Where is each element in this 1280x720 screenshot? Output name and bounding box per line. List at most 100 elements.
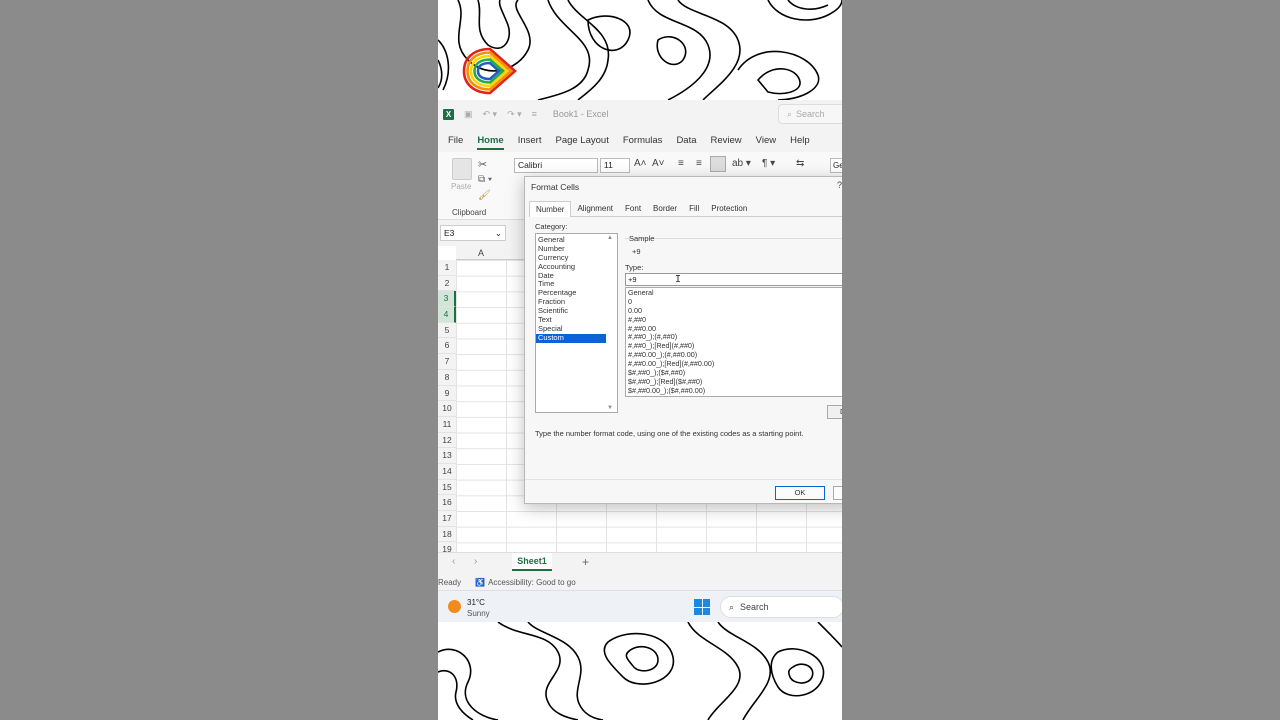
row-header[interactable]: 3 bbox=[438, 291, 456, 308]
ok-button[interactable]: OK bbox=[775, 486, 825, 500]
tab-home[interactable]: Home bbox=[477, 135, 505, 150]
wrap-text-icon[interactable]: ⇆ bbox=[796, 158, 804, 169]
tab-file[interactable]: File bbox=[448, 135, 463, 146]
weather-temperature[interactable]: 31°C bbox=[467, 598, 485, 607]
row-header[interactable]: 6 bbox=[438, 338, 456, 355]
row-header[interactable]: 18 bbox=[438, 526, 456, 543]
align-top-icon[interactable]: ≡ bbox=[678, 158, 684, 169]
right-gray-background bbox=[842, 0, 1280, 720]
help-icon[interactable]: ? bbox=[837, 180, 842, 190]
sheet-bar: ‹ › Sheet1 + bbox=[438, 552, 842, 572]
tab-font[interactable]: Font bbox=[619, 201, 647, 217]
tab-insert[interactable]: Insert bbox=[518, 135, 542, 146]
row-header[interactable]: 14 bbox=[438, 463, 456, 480]
accessibility-icon[interactable]: ♿ bbox=[475, 578, 485, 587]
format-code-item[interactable]: #,##0 bbox=[626, 315, 842, 325]
align-middle-icon[interactable]: ≡ bbox=[696, 158, 702, 169]
align-bottom-icon[interactable] bbox=[710, 156, 726, 172]
rainbow-logo-icon bbox=[462, 47, 517, 95]
tab-help[interactable]: Help bbox=[790, 135, 810, 146]
next-sheet-icon[interactable]: › bbox=[474, 556, 477, 567]
format-code-item[interactable]: 0 bbox=[626, 297, 842, 307]
text-direction-icon[interactable]: ¶ ▾ bbox=[762, 158, 775, 169]
format-code-list[interactable]: General 0 0.00 #,##0 #,##0.00 #,##0_);(#… bbox=[625, 287, 842, 397]
row-header[interactable]: 11 bbox=[438, 416, 456, 433]
row-header[interactable]: 9 bbox=[438, 385, 456, 402]
windows-taskbar: 31°C Sunny ⌕ Search bbox=[438, 590, 842, 622]
search-label: Search bbox=[796, 109, 825, 119]
scroll-up-icon[interactable]: ▲ bbox=[607, 235, 613, 241]
sample-label: Sample bbox=[629, 234, 655, 243]
font-name-select[interactable]: Calibri bbox=[514, 158, 598, 173]
row-header[interactable]: 1 bbox=[438, 260, 456, 276]
cancel-button[interactable] bbox=[833, 486, 842, 500]
redo-icon[interactable]: ↷ ▾ bbox=[507, 109, 522, 120]
row-header[interactable]: 15 bbox=[438, 479, 456, 496]
scroll-down-icon[interactable]: ▼ bbox=[607, 405, 613, 411]
topographic-pattern-bottom bbox=[438, 622, 842, 720]
format-code-item[interactable]: General bbox=[626, 288, 842, 298]
format-code-item[interactable]: $#,##0.00_);($#,##0.00) bbox=[626, 386, 842, 396]
font-size-select[interactable]: 11 bbox=[600, 158, 630, 173]
save-icon[interactable]: ▣ bbox=[464, 109, 473, 120]
excel-window: X ▣ ↶ ▾ ↷ ▾ ≡ Book1 - Excel ⌕ Search Fil… bbox=[438, 100, 842, 622]
sheet-tab-sheet1[interactable]: Sheet1 bbox=[512, 553, 552, 571]
row-header[interactable]: 7 bbox=[438, 354, 456, 370]
tab-page-layout[interactable]: Page Layout bbox=[555, 135, 608, 146]
format-code-item[interactable]: 0.00 bbox=[626, 306, 842, 316]
row-header[interactable]: 12 bbox=[438, 432, 456, 449]
taskbar-search[interactable]: ⌕ Search bbox=[720, 596, 842, 618]
column-header-a[interactable]: A bbox=[456, 246, 506, 260]
category-list[interactable]: General Number Currency Accounting Date … bbox=[535, 233, 618, 413]
paste-label[interactable]: Paste bbox=[451, 182, 471, 191]
orientation-icon[interactable]: ab ▾ bbox=[732, 158, 751, 169]
chevron-down-icon[interactable]: ⌄ bbox=[495, 226, 502, 240]
dialog-title: Format Cells bbox=[531, 182, 580, 192]
number-format-select[interactable]: Ge bbox=[830, 158, 842, 173]
type-input[interactable]: +9 bbox=[625, 273, 842, 286]
windows-start-icon[interactable] bbox=[694, 599, 710, 615]
customize-toolbar-icon[interactable]: ≡ bbox=[532, 109, 537, 119]
row-header[interactable]: 17 bbox=[438, 511, 456, 527]
accessibility-status[interactable]: Accessibility: Good to go bbox=[488, 578, 576, 587]
previous-sheet-icon[interactable]: ‹ bbox=[452, 556, 455, 567]
tab-formulas[interactable]: Formulas bbox=[623, 135, 663, 146]
clipboard-label: Clipboard bbox=[452, 208, 487, 217]
row-header[interactable]: 16 bbox=[438, 495, 456, 511]
format-cells-dialog: Format Cells ? Number Alignment Font Bor… bbox=[524, 176, 842, 504]
tab-fill[interactable]: Fill bbox=[683, 201, 705, 217]
delete-button[interactable]: D bbox=[827, 405, 842, 419]
row-header[interactable]: 5 bbox=[438, 322, 456, 339]
decrease-font-icon[interactable]: A˅ bbox=[652, 158, 665, 169]
tab-data[interactable]: Data bbox=[676, 135, 696, 146]
status-ready: Ready bbox=[438, 577, 462, 587]
category-scrollbar[interactable]: ▲ ▼ bbox=[606, 235, 616, 411]
undo-icon[interactable]: ↶ ▾ bbox=[483, 109, 498, 120]
title-bar: X ▣ ↶ ▾ ↷ ▾ ≡ Book1 - Excel ⌕ Search bbox=[438, 100, 842, 128]
row-header[interactable]: 8 bbox=[438, 369, 456, 386]
increase-font-icon[interactable]: A˄ bbox=[634, 158, 647, 169]
cut-icon[interactable]: ✂ bbox=[478, 158, 487, 171]
category-item-selected[interactable]: Custom bbox=[536, 333, 606, 343]
row-header[interactable]: 10 bbox=[438, 401, 456, 417]
tab-view[interactable]: View bbox=[756, 135, 776, 146]
tab-alignment[interactable]: Alignment bbox=[571, 201, 619, 217]
row-header[interactable]: 4 bbox=[438, 307, 456, 323]
sun-icon[interactable] bbox=[448, 600, 461, 613]
paste-icon[interactable] bbox=[452, 158, 472, 180]
tab-number[interactable]: Number bbox=[529, 201, 572, 217]
copy-icon[interactable]: ⧉ ▾ bbox=[478, 174, 492, 185]
text-cursor-icon: I bbox=[675, 274, 682, 285]
format-painter-icon[interactable]: 🖌 bbox=[478, 190, 491, 201]
weather-condition[interactable]: Sunny bbox=[467, 609, 490, 618]
tab-border[interactable]: Border bbox=[647, 201, 683, 217]
name-box[interactable]: E3 ⌄ bbox=[440, 225, 506, 241]
search-input[interactable]: ⌕ Search bbox=[778, 104, 842, 124]
hint-text: Type the number format code, using one o… bbox=[535, 429, 804, 438]
add-sheet-icon[interactable]: + bbox=[582, 555, 589, 569]
row-header[interactable]: 13 bbox=[438, 448, 456, 464]
tab-review[interactable]: Review bbox=[711, 135, 742, 146]
search-icon: ⌕ bbox=[787, 108, 793, 119]
row-header[interactable]: 2 bbox=[438, 275, 456, 292]
tab-protection[interactable]: Protection bbox=[705, 201, 753, 217]
